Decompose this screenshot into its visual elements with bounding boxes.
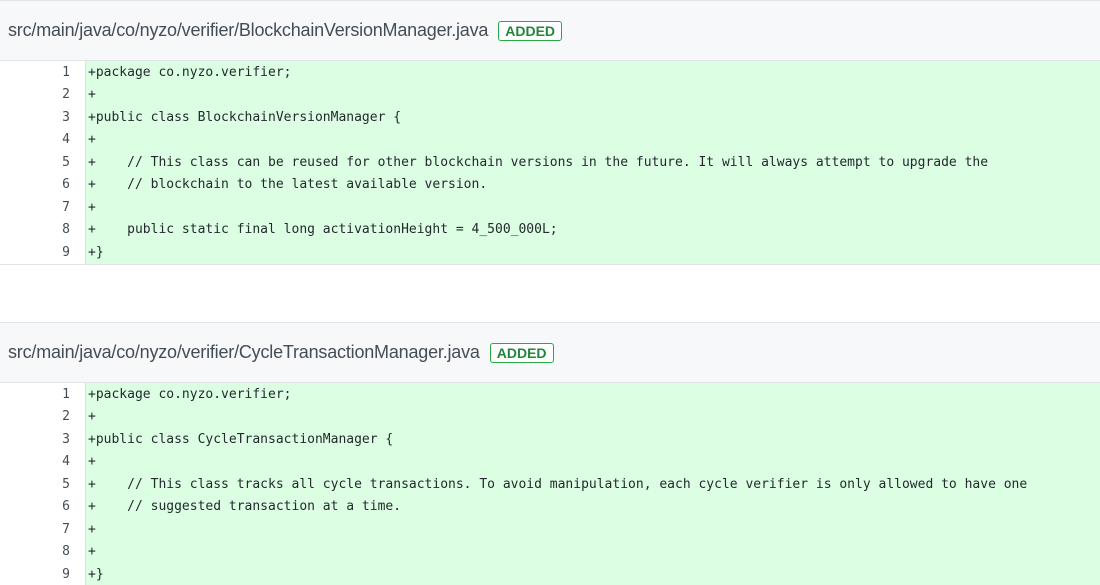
line-number[interactable]: 8	[0, 218, 76, 241]
file-path-link[interactable]: src/main/java/co/nyzo/verifier/CycleTran…	[8, 342, 480, 363]
gutter	[76, 106, 86, 129]
line-content: + public static final long activationHei…	[86, 218, 1100, 241]
gutter	[76, 241, 86, 264]
line-number[interactable]: 6	[0, 173, 76, 196]
line-content: +	[86, 450, 1100, 473]
code-line: 8 + public static final long activationHe…	[0, 218, 1100, 241]
code-line: 4 +	[0, 128, 1100, 151]
code-line: 5 + // This class can be reused for other…	[0, 151, 1100, 174]
gutter	[76, 518, 86, 541]
line-content: +public class BlockchainVersionManager {	[86, 106, 1100, 129]
gutter	[76, 218, 86, 241]
gutter	[76, 173, 86, 196]
diff-file-blockchain-version-manager: src/main/java/co/nyzo/verifier/Blockchai…	[0, 0, 1100, 265]
line-number[interactable]: 3	[0, 428, 76, 451]
code-line: 8 +	[0, 540, 1100, 563]
code-line: 2 +	[0, 405, 1100, 428]
code-line: 3 +public class BlockchainVersionManager …	[0, 106, 1100, 129]
code-line: 4 +	[0, 450, 1100, 473]
code-line: 2 +	[0, 83, 1100, 106]
gutter	[76, 540, 86, 563]
diff-file-cycle-transaction-manager: src/main/java/co/nyzo/verifier/CycleTran…	[0, 322, 1100, 585]
code-block: 1 +package co.nyzo.verifier; 2 + 3 +public …	[0, 383, 1100, 585]
code-line: 9 +}	[0, 241, 1100, 264]
gutter	[76, 128, 86, 151]
code-line: 1 +package co.nyzo.verifier;	[0, 61, 1100, 84]
line-number[interactable]: 2	[0, 405, 76, 428]
added-status-badge: ADDED	[489, 342, 554, 363]
line-number[interactable]: 1	[0, 383, 76, 406]
code-line: 7 +	[0, 518, 1100, 541]
line-content: + // This class tracks all cycle transac…	[86, 473, 1100, 496]
line-content: +	[86, 196, 1100, 219]
gutter	[76, 61, 86, 84]
line-number[interactable]: 8	[0, 540, 76, 563]
line-content: +}	[86, 563, 1100, 585]
line-number[interactable]: 5	[0, 473, 76, 496]
gutter	[76, 428, 86, 451]
line-content: +	[86, 83, 1100, 106]
file-path-link[interactable]: src/main/java/co/nyzo/verifier/Blockchai…	[8, 20, 488, 41]
line-content: +	[86, 518, 1100, 541]
code-line: 9 +}	[0, 563, 1100, 585]
line-number[interactable]: 5	[0, 151, 76, 174]
code-line: 6 + // blockchain to the latest available…	[0, 173, 1100, 196]
gutter	[76, 151, 86, 174]
line-number[interactable]: 9	[0, 563, 76, 585]
code-block: 1 +package co.nyzo.verifier; 2 + 3 +public …	[0, 61, 1100, 265]
gutter	[76, 563, 86, 585]
line-number[interactable]: 4	[0, 450, 76, 473]
line-number[interactable]: 1	[0, 61, 76, 84]
line-content: +	[86, 128, 1100, 151]
line-content: + // blockchain to the latest available …	[86, 173, 1100, 196]
gutter	[76, 495, 86, 518]
line-number[interactable]: 9	[0, 241, 76, 264]
line-content: +	[86, 540, 1100, 563]
line-content: +public class CycleTransactionManager {	[86, 428, 1100, 451]
gutter	[76, 450, 86, 473]
line-content: +	[86, 405, 1100, 428]
line-number[interactable]: 7	[0, 518, 76, 541]
code-line: 3 +public class CycleTransactionManager {	[0, 428, 1100, 451]
code-line: 1 +package co.nyzo.verifier;	[0, 383, 1100, 406]
line-content: +package co.nyzo.verifier;	[86, 61, 1100, 84]
line-content: + // suggested transaction at a time.	[86, 495, 1100, 518]
line-number[interactable]: 2	[0, 83, 76, 106]
gutter	[76, 196, 86, 219]
line-number[interactable]: 6	[0, 495, 76, 518]
line-content: +package co.nyzo.verifier;	[86, 383, 1100, 406]
code-line: 6 + // suggested transaction at a time.	[0, 495, 1100, 518]
gutter	[76, 383, 86, 406]
gutter	[76, 83, 86, 106]
file-header: src/main/java/co/nyzo/verifier/CycleTran…	[0, 322, 1100, 383]
line-content: + // This class can be reused for other …	[86, 151, 1100, 174]
code-line: 5 + // This class tracks all cycle transa…	[0, 473, 1100, 496]
gutter	[76, 405, 86, 428]
file-header: src/main/java/co/nyzo/verifier/Blockchai…	[0, 0, 1100, 61]
line-number[interactable]: 3	[0, 106, 76, 129]
gutter	[76, 473, 86, 496]
line-number[interactable]: 4	[0, 128, 76, 151]
code-line: 7 +	[0, 196, 1100, 219]
line-content: +}	[86, 241, 1100, 264]
added-status-badge: ADDED	[498, 20, 563, 41]
line-number[interactable]: 7	[0, 196, 76, 219]
